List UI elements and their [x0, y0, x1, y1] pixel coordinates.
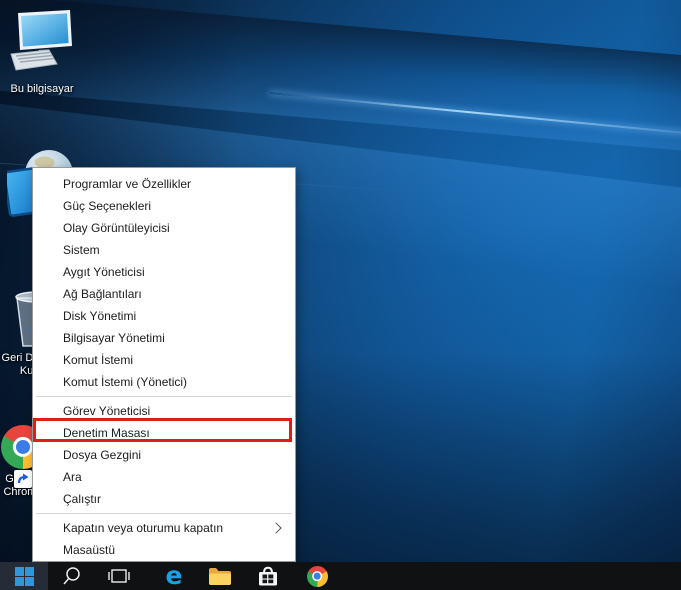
wallpaper-beam: [0, 0, 681, 159]
menu-item-disk-management[interactable]: Disk Yönetimi: [33, 305, 295, 327]
menu-item-label: Bilgisayar Yönetimi: [63, 331, 165, 345]
menu-item-label: Çalıştır: [63, 492, 101, 506]
taskbar: e: [0, 562, 681, 590]
store-button[interactable]: [252, 562, 284, 590]
menu-item-label: Güç Seçenekleri: [63, 199, 151, 213]
desktop-icon-this-pc[interactable]: Bu bilgisayar: [3, 10, 81, 96]
edge-button[interactable]: e: [158, 562, 190, 590]
menu-item-command-prompt[interactable]: Komut İstemi: [33, 349, 295, 371]
menu-item-label: Aygıt Yöneticisi: [63, 265, 145, 279]
menu-item-label: Programlar ve Özellikler: [63, 177, 191, 191]
menu-separator: [36, 396, 292, 397]
menu-item-label: Disk Yönetimi: [63, 309, 136, 323]
menu-item-label: Kapatın veya oturumu kapatın: [63, 521, 223, 535]
menu-item-run[interactable]: Çalıştır: [33, 488, 295, 510]
menu-item-system[interactable]: Sistem: [33, 239, 295, 261]
menu-item-command-prompt-admin[interactable]: Komut İstemi (Yönetici): [33, 371, 295, 393]
menu-item-control-panel[interactable]: Denetim Masası: [33, 422, 295, 444]
windows-logo-icon: [15, 567, 34, 586]
menu-item-power-options[interactable]: Güç Seçenekleri: [33, 195, 295, 217]
chrome-button[interactable]: [301, 562, 333, 590]
search-icon: [61, 565, 83, 587]
menu-item-label: Olay Görüntüleyicisi: [63, 221, 170, 235]
menu-item-device-manager[interactable]: Aygıt Yöneticisi: [33, 261, 295, 283]
menu-item-network-connections[interactable]: Ağ Bağlantıları: [33, 283, 295, 305]
desktop: Bu bilgisayar: [0, 0, 681, 590]
task-view-icon: [107, 566, 131, 586]
task-view-button[interactable]: [103, 562, 135, 590]
menu-separator: [36, 513, 292, 514]
desktop-icon-label: Bu bilgisayar: [3, 83, 81, 96]
menu-item-label: Komut İstemi: [63, 353, 133, 367]
menu-item-label: Ağ Bağlantıları: [63, 287, 142, 301]
menu-item-event-viewer[interactable]: Olay Görüntüleyicisi: [33, 217, 295, 239]
menu-item-task-manager[interactable]: Görev Yöneticisi: [33, 400, 295, 422]
menu-item-label: Dosya Gezgini: [63, 448, 141, 462]
chrome-icon: [307, 566, 328, 587]
menu-item-label: Masaüstü: [63, 543, 115, 557]
edge-icon: e: [166, 563, 183, 588]
file-explorer-button[interactable]: [204, 562, 236, 590]
start-button[interactable]: [0, 562, 48, 590]
this-pc-icon: [3, 10, 81, 78]
search-button[interactable]: [56, 562, 88, 590]
menu-item-label: Denetim Masası: [63, 426, 150, 440]
winx-menu: Programlar ve Özellikler Güç Seçenekleri O…: [32, 167, 296, 562]
menu-item-label: Ara: [63, 470, 82, 484]
menu-item-label: Görev Yöneticisi: [63, 404, 150, 418]
menu-item-label: Sistem: [63, 243, 100, 257]
menu-item-file-explorer[interactable]: Dosya Gezgini: [33, 444, 295, 466]
menu-item-desktop[interactable]: Masaüstü: [33, 539, 295, 561]
store-bag-icon: [256, 565, 280, 587]
shortcut-arrow-icon: [14, 470, 32, 488]
folder-icon: [208, 566, 232, 586]
menu-item-shutdown-or-signout[interactable]: Kapatın veya oturumu kapatın: [33, 517, 295, 539]
menu-item-computer-management[interactable]: Bilgisayar Yönetimi: [33, 327, 295, 349]
wallpaper-light-streak: [270, 92, 681, 136]
menu-item-programs-and-features[interactable]: Programlar ve Özellikler: [33, 173, 295, 195]
menu-item-label: Komut İstemi (Yönetici): [63, 375, 187, 389]
submenu-chevron-icon: [270, 522, 281, 533]
menu-item-search[interactable]: Ara: [33, 466, 295, 488]
